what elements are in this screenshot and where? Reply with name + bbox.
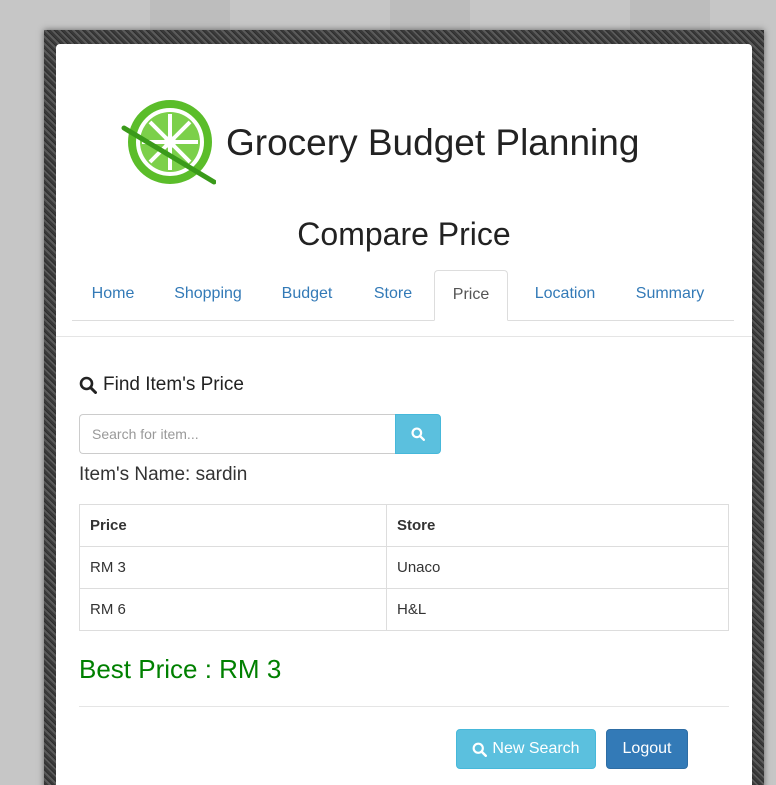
divider (79, 706, 729, 707)
logout-button[interactable]: Logout (606, 729, 688, 769)
logout-label: Logout (622, 740, 672, 757)
find-heading: Find Item's Price (79, 374, 244, 396)
tab-shopping[interactable]: Shopping (164, 270, 252, 319)
table-row: RM 6 H&L (79, 588, 729, 631)
find-heading-label: Find Item's Price (103, 374, 244, 395)
column-header-store: Store (386, 504, 729, 547)
tab-store[interactable]: Store (358, 270, 428, 319)
lime-slice-logo-icon (121, 100, 216, 185)
column-header-price: Price (79, 504, 387, 547)
app-title: Grocery Budget Planning (226, 122, 640, 163)
store-cell: Unaco (386, 546, 729, 589)
item-name-label: Item's Name: sardin (79, 464, 248, 485)
divider (56, 336, 752, 337)
main-card: Grocery Budget Planning Compare Price Ho… (56, 44, 752, 785)
tab-summary[interactable]: Summary (622, 270, 718, 319)
tab-location[interactable]: Location (522, 270, 608, 319)
price-cell: RM 6 (79, 588, 387, 631)
store-cell: H&L (386, 588, 729, 631)
price-cell: RM 3 (79, 546, 387, 589)
table-row: RM 3 Unaco (79, 546, 729, 589)
tab-price[interactable]: Price (434, 270, 508, 321)
best-price-label: Best Price : RM 3 (79, 654, 282, 684)
search-input[interactable] (79, 414, 395, 454)
table-header-row: Price Store (79, 504, 729, 547)
new-search-label: New Search (492, 740, 580, 757)
brand-header: Grocery Budget Planning (118, 98, 639, 188)
search-icon (79, 376, 97, 394)
page-title: Compare Price (297, 216, 511, 252)
new-search-button[interactable]: New Search (456, 729, 596, 769)
search-icon (473, 742, 488, 757)
nav-tabs: Home Shopping Budget Store Price Locatio… (72, 270, 734, 321)
search-button[interactable] (395, 414, 441, 454)
search-group (79, 414, 441, 454)
search-icon (411, 427, 425, 441)
tab-home[interactable]: Home (76, 270, 150, 319)
price-table: Price Store RM 3 Unaco RM 6 H&L (79, 504, 729, 631)
tab-budget[interactable]: Budget (268, 270, 346, 319)
